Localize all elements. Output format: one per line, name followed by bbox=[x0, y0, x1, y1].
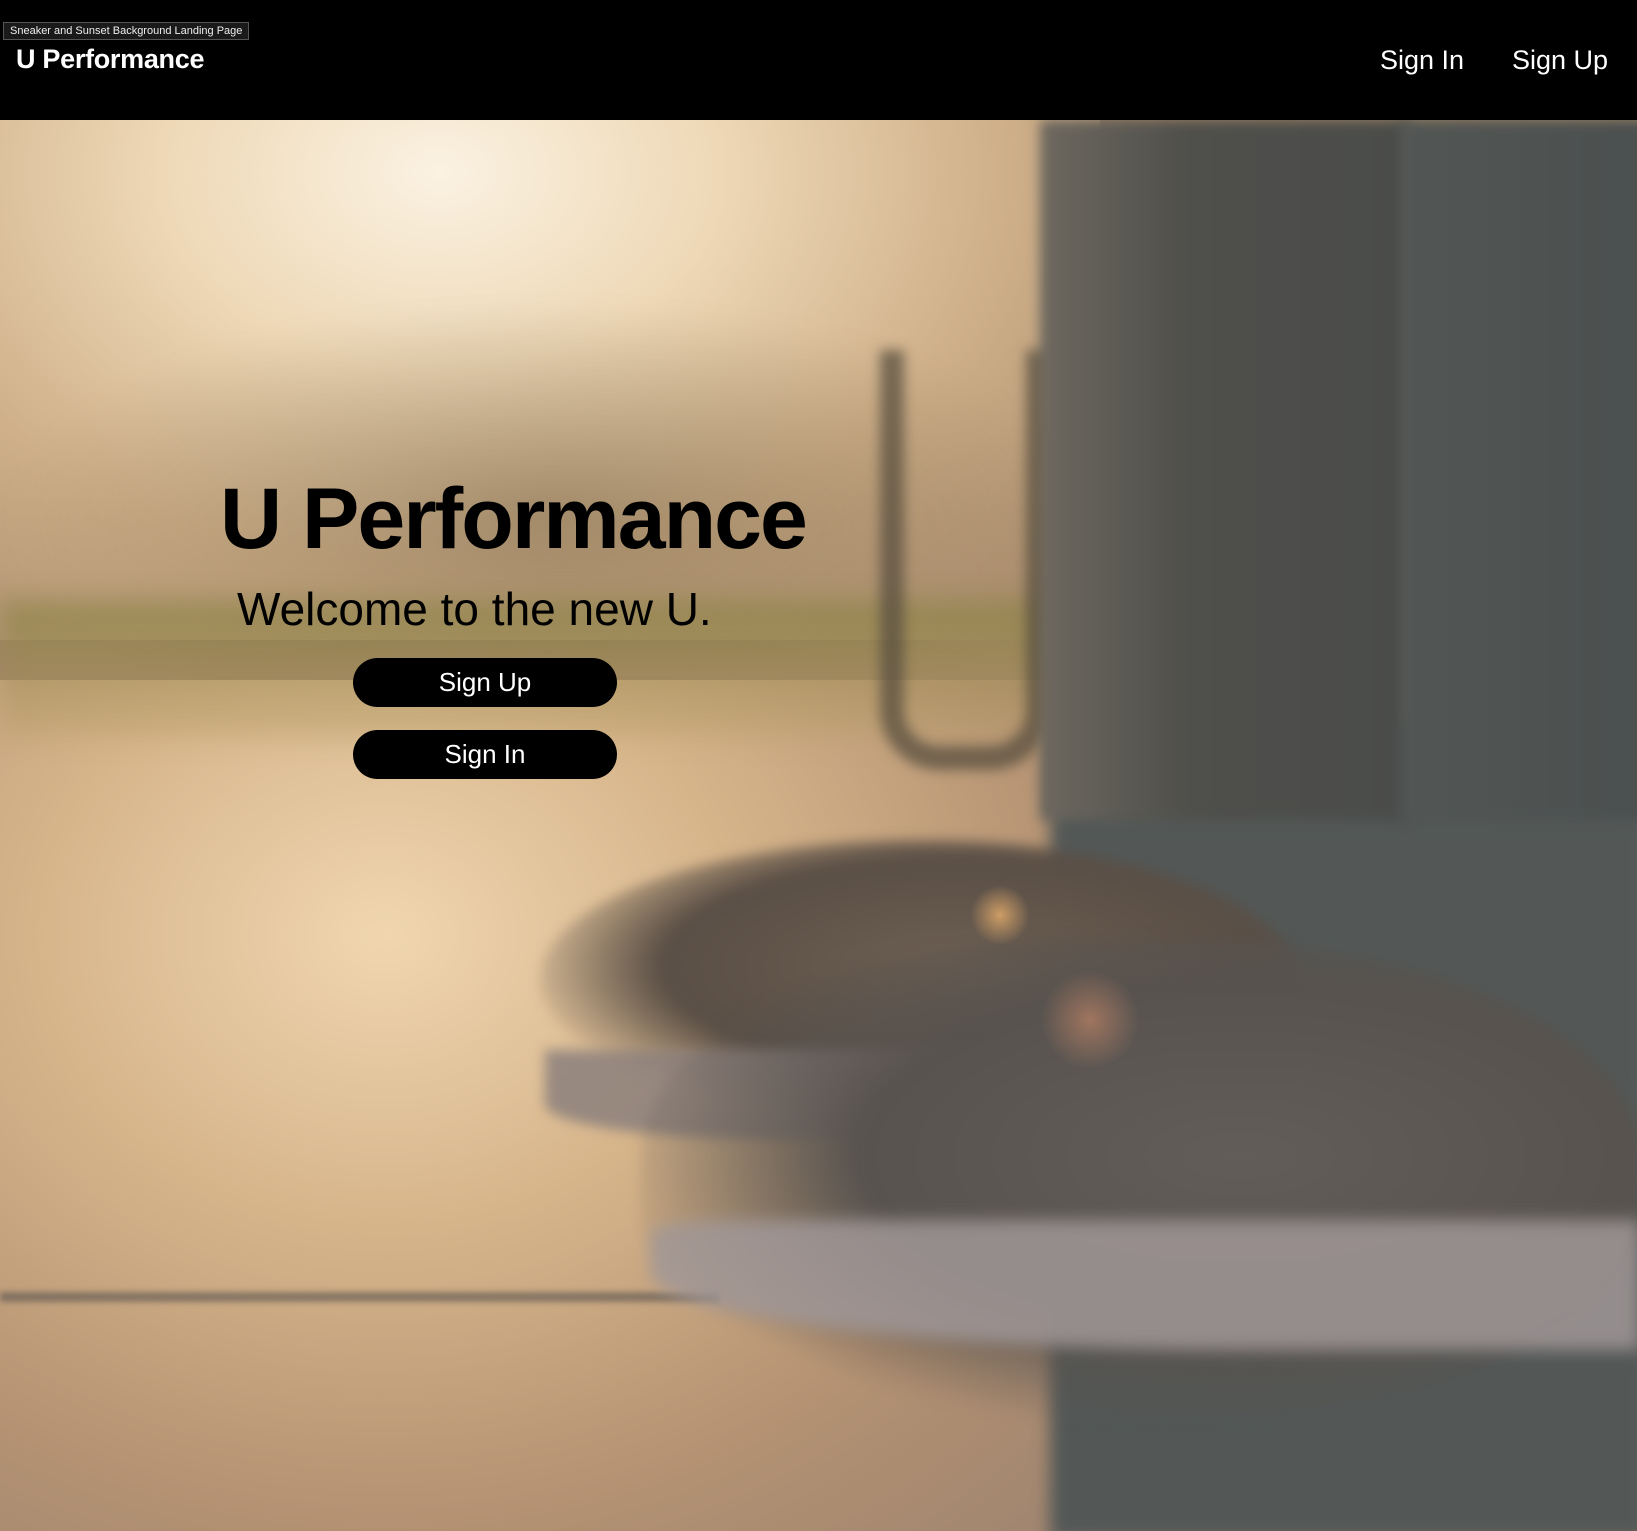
hero-section: U Performance Welcome to the new U. Sign… bbox=[0, 120, 1637, 1531]
hero-subtitle: Welcome to the new U. bbox=[237, 583, 712, 635]
navbar: U Performance Sign In Sign Up bbox=[0, 0, 1637, 120]
nav-sign-up-link[interactable]: Sign Up bbox=[1512, 45, 1608, 76]
background-leg-left bbox=[1040, 120, 1410, 820]
background-chair bbox=[880, 350, 1050, 770]
page-caption: Sneaker and Sunset Background Landing Pa… bbox=[3, 22, 250, 40]
landing-page: Sneaker and Sunset Background Landing Pa… bbox=[0, 0, 1637, 1531]
background-ground-line bbox=[0, 1292, 720, 1302]
nav-sign-in-link[interactable]: Sign In bbox=[1380, 45, 1464, 76]
hero-sign-in-button[interactable]: Sign In bbox=[353, 730, 617, 779]
lens-flare bbox=[1040, 970, 1140, 1070]
brand-logo[interactable]: U Performance bbox=[16, 44, 204, 75]
hero-sign-up-button[interactable]: Sign Up bbox=[353, 658, 617, 707]
hero-title: U Performance bbox=[220, 471, 808, 567]
background-leg-right bbox=[1400, 120, 1637, 820]
lens-flare-small bbox=[970, 885, 1030, 945]
